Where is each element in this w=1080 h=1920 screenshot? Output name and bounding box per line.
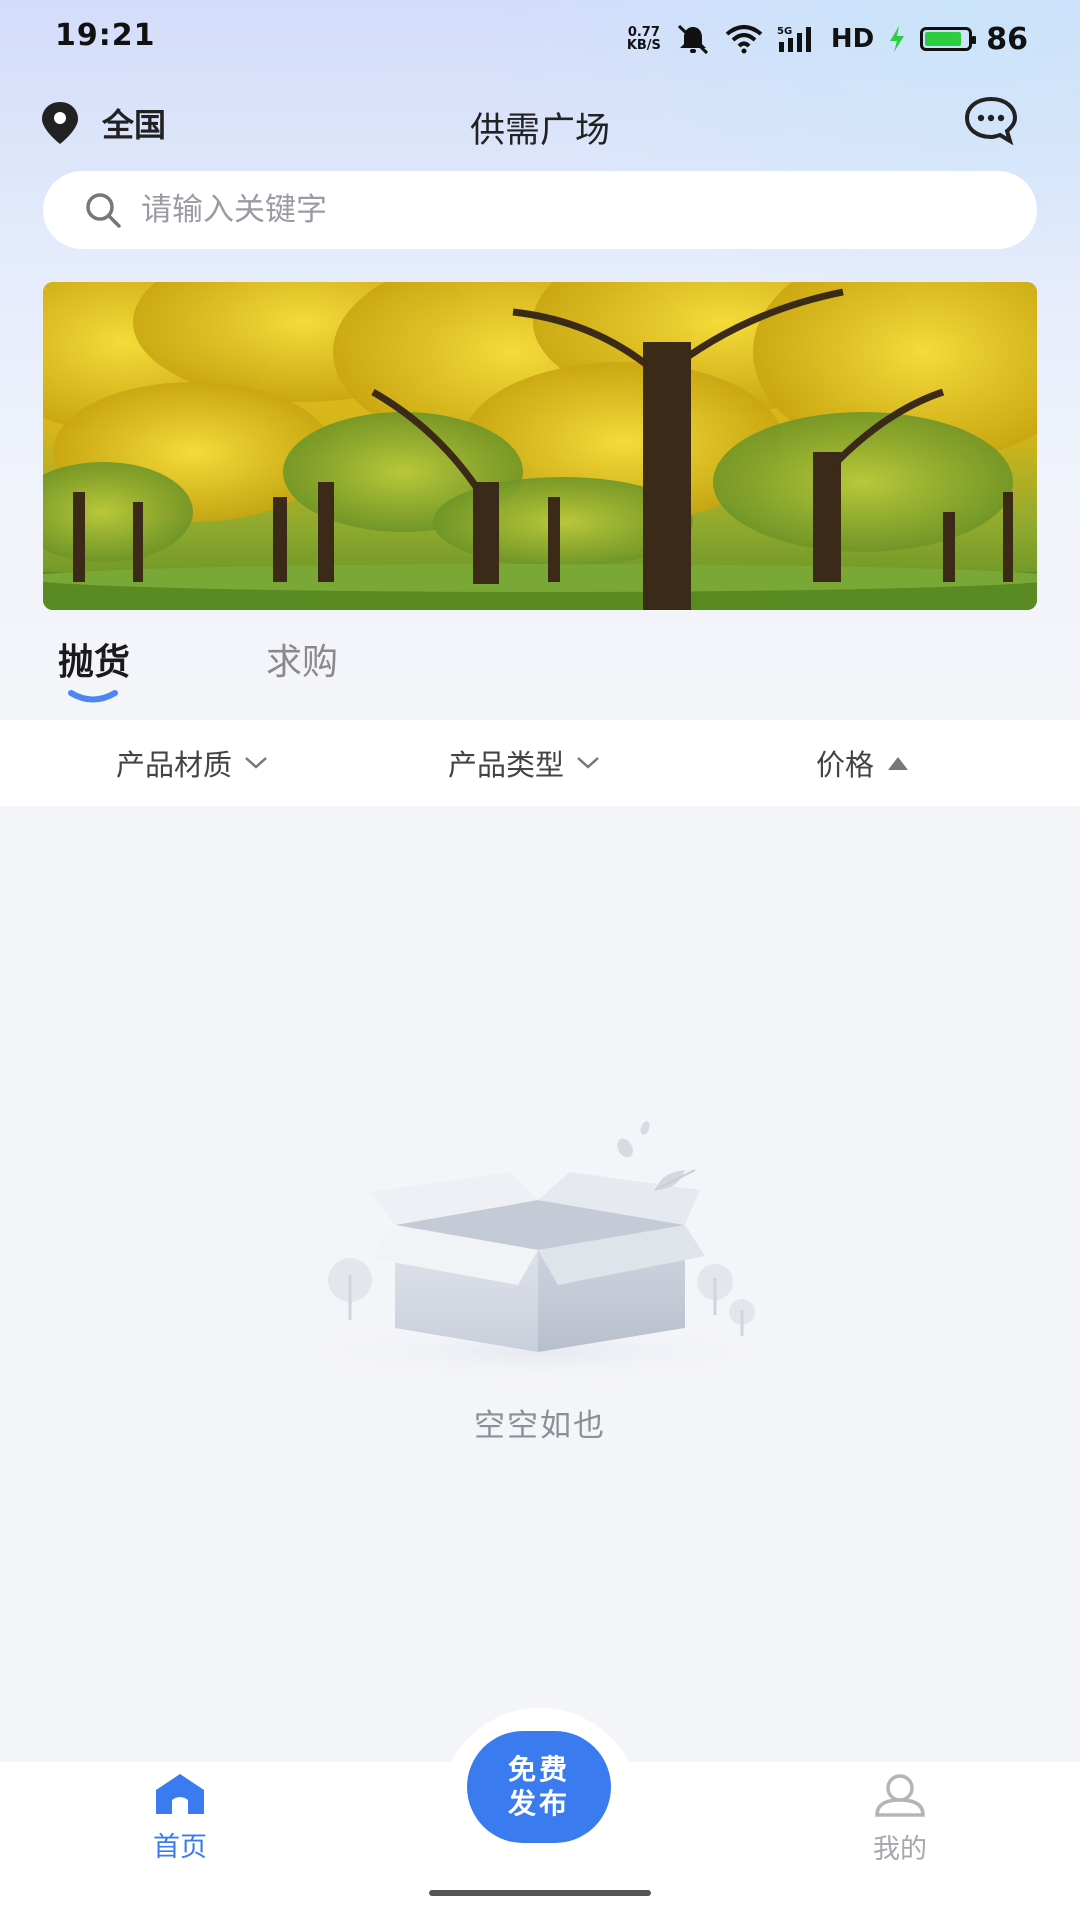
search-bar[interactable] [43,171,1037,249]
battery-icon [920,27,977,51]
page-title: 供需广场 [469,111,610,151]
status-bar: 19:21 0.77 KB/S 5G HD 86 [0,0,1080,80]
free-publish-button[interactable]: 免费 发布 [467,1731,611,1843]
hd-indicator: HD [830,24,875,54]
home-icon [156,1774,204,1814]
user-icon [875,1774,925,1817]
chevron-down-icon [577,757,599,769]
tab-active-indicator [68,690,118,703]
home-indicator[interactable] [429,1890,651,1896]
tab-purchase[interactable]: 求购 [266,633,338,685]
publish-line-2: 发布 [507,1787,570,1820]
nav-home[interactable]: 首页 [110,1772,250,1864]
banner-image[interactable] [43,282,1037,610]
filter-type[interactable]: 产品类型 [448,720,600,806]
header: 全国 供需广场 [0,90,1080,160]
mute-bell-icon [677,24,708,55]
filter-material-label: 产品材质 [116,748,233,782]
battery-level: 86 [986,21,1028,57]
autumn-trees-image [43,282,1037,610]
status-time: 19:21 [55,18,156,53]
filter-type-label: 产品类型 [448,748,565,782]
empty-state-text: 空空如也 [474,1408,606,1444]
tab-dump-goods[interactable]: 抛货 [58,633,130,685]
wifi-icon [725,25,763,54]
charging-bolt-icon [890,26,905,52]
triangle-up-icon [888,757,909,770]
network-speed: 0.77 KB/S [626,25,661,53]
filter-bar: 产品材质 产品类型 价格 [0,720,1080,806]
filter-price-label: 价格 [816,748,875,782]
filter-material[interactable]: 产品材质 [116,720,268,806]
search-input[interactable] [141,192,941,228]
publish-line-1: 免费 [507,1753,570,1786]
nav-me-label: 我的 [873,1834,927,1865]
search-icon [86,193,121,228]
status-icons: 0.77 KB/S 5G HD 86 [627,18,1028,60]
nav-me[interactable]: 我的 [830,1772,970,1866]
chevron-down-icon [245,757,267,769]
signal-icon: 5G [777,26,811,52]
empty-box-icon [290,1121,790,1384]
filter-price[interactable]: 价格 [816,720,910,806]
chat-bubble-icon[interactable] [964,96,1018,146]
network-type-label: 5G [777,26,792,37]
nav-home-label: 首页 [153,1832,207,1863]
